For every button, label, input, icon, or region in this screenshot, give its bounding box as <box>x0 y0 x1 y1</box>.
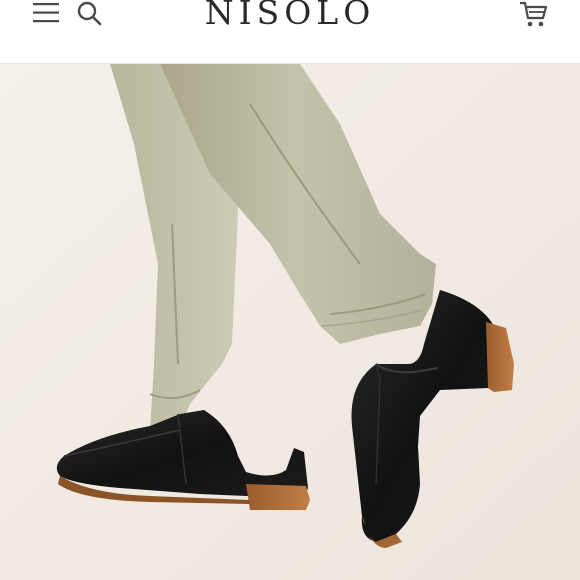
hamburger-menu-icon <box>33 3 59 23</box>
menu-button[interactable] <box>32 2 62 24</box>
product-photo <box>0 64 580 580</box>
product-page: NISOLO <box>0 0 580 580</box>
hero-product-image <box>0 64 580 580</box>
cart-button[interactable] <box>518 0 550 30</box>
shopping-cart-icon <box>520 1 548 27</box>
search-button[interactable] <box>76 0 104 28</box>
search-icon <box>77 1 102 26</box>
site-header: NISOLO <box>0 0 580 64</box>
